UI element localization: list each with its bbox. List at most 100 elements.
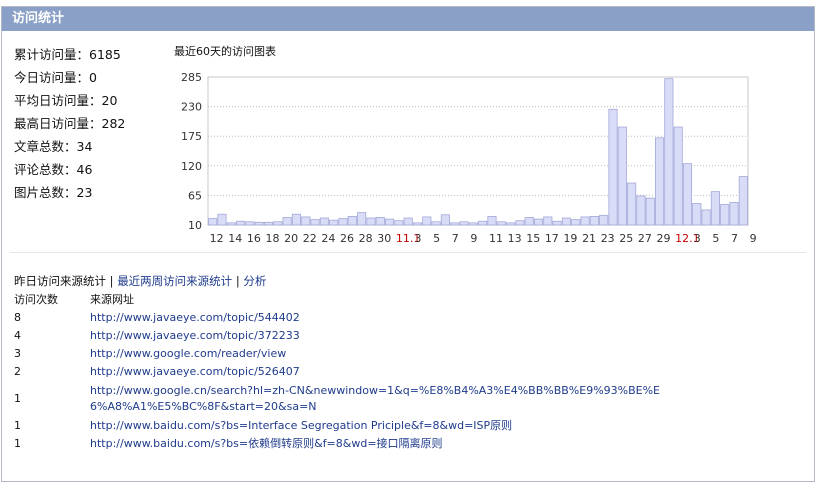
source-url-link[interactable]: http://www.javaeye.com/topic/544402 <box>90 311 300 324</box>
bar <box>245 221 255 226</box>
bar <box>506 222 516 226</box>
x-tick-label: 3 <box>694 232 701 245</box>
y-tick-label: 65 <box>188 189 202 202</box>
x-tick-label: 26 <box>340 232 354 245</box>
bar <box>431 221 441 226</box>
analysis-link[interactable]: 分析 <box>243 274 266 288</box>
stat-value: 6185 <box>89 47 121 62</box>
x-tick-label: 11 <box>489 232 503 245</box>
x-tick-label: 27 <box>638 232 652 245</box>
table-row: 1 http://www.baidu.com/s?bs=依赖倒转原则&f=8&w… <box>14 435 690 453</box>
x-tick-label: 21 <box>582 232 596 245</box>
visit-count: 3 <box>14 347 21 360</box>
stat-value: 46 <box>76 162 93 177</box>
bar <box>580 216 590 226</box>
source-url-link[interactable]: http://www.google.com/reader/view <box>90 347 286 360</box>
bar <box>720 204 730 226</box>
y-tick-label: 120 <box>181 160 202 173</box>
bar <box>422 216 432 226</box>
x-tick-label: 15 <box>526 232 540 245</box>
x-tick-label: 12 <box>210 232 224 245</box>
source-url-link[interactable]: http://www.javaeye.com/topic/526407 <box>90 365 300 378</box>
bar <box>729 201 739 226</box>
x-tick-label: 16 <box>247 232 261 245</box>
bar <box>682 163 693 226</box>
sources-table: 访问次数 来源网址 8 http://www.javaeye.com/topic… <box>14 291 690 453</box>
bar <box>273 221 283 226</box>
x-tick-label: 7 <box>731 232 738 245</box>
chart-title: 最近60天的访问图表 <box>174 45 276 58</box>
x-tick-label: 20 <box>284 232 298 245</box>
source-url-link[interactable]: http://www.javaeye.com/topic/372233 <box>90 329 300 342</box>
source-url-link[interactable]: http://www.google.cn/search?hl=zh-CN&new… <box>90 384 660 413</box>
source-url-link[interactable]: http://www.baidu.com/s?bs=依赖倒转原则&f=8&wd=… <box>90 437 443 450</box>
stat-label: 累计访问量： <box>14 47 90 62</box>
bar <box>710 191 720 226</box>
bar <box>450 222 460 226</box>
divider <box>10 252 806 253</box>
table-row: 1 http://www.google.cn/search?hl=zh-CN&n… <box>14 381 690 417</box>
table-row: 3 http://www.google.com/reader/view <box>14 345 690 363</box>
stat-today: 今日访问量：0 <box>14 66 125 89</box>
visits-chart: 106512017523028512 14 16 18 20 22 24 26 28 30 11.1… <box>181 71 757 245</box>
visit-count: 2 <box>14 365 21 378</box>
visit-count: 4 <box>14 329 21 342</box>
header-url: 来源网址 <box>90 293 134 306</box>
stat-value: 23 <box>76 185 93 200</box>
x-tick-label: 17 <box>545 232 559 245</box>
stat-images: 图片总数：23 <box>14 181 125 204</box>
stats-list: 累计访问量：6185 今日访问量：0 平均日访问量：20 最高日访问量：282 … <box>14 43 125 204</box>
stat-label: 今日访问量： <box>14 70 90 85</box>
bar <box>636 195 646 226</box>
bar <box>338 218 348 226</box>
x-tick-label: 19 <box>563 232 577 245</box>
x-tick-label: 24 <box>321 232 335 245</box>
bar <box>329 219 339 226</box>
bar <box>552 220 562 226</box>
visit-count: 1 <box>14 437 21 450</box>
stat-value: 0 <box>89 70 97 85</box>
bar <box>524 217 534 226</box>
bar <box>440 214 450 226</box>
y-tick-label: 285 <box>181 71 202 84</box>
source-links: 昨日访问来源统计 | 最近两周访问来源统计 | 分析 <box>14 273 266 289</box>
x-tick-label: 22 <box>303 232 317 245</box>
table-row: 8 http://www.javaeye.com/topic/544402 <box>14 309 690 327</box>
x-tick-label: 3 <box>414 232 421 245</box>
x-tick-label: 25 <box>619 232 633 245</box>
source-url-link[interactable]: http://www.baidu.com/s?bs=Interface Segr… <box>90 419 512 432</box>
x-tick-label: 23 <box>601 232 615 245</box>
x-tick-label: 28 <box>359 232 373 245</box>
visit-count: 8 <box>14 311 21 324</box>
x-tick-label: 9 <box>470 232 477 245</box>
bar <box>412 222 423 226</box>
two-weeks-sources-link[interactable]: 最近两周访问来源统计 <box>117 274 232 288</box>
bar <box>571 219 581 226</box>
stats-panel: 访问统计 累计访问量：6185 今日访问量：0 平均日访问量：20 最高日访问量… <box>1 6 815 482</box>
bar <box>654 137 665 226</box>
bar <box>236 220 246 226</box>
x-tick-label: 5 <box>433 232 440 245</box>
bar <box>263 221 274 226</box>
x-tick-label: 29 <box>657 232 671 245</box>
stat-label: 评论总数： <box>14 162 77 177</box>
x-tick-label: 9 <box>750 232 757 245</box>
bar <box>478 220 488 226</box>
stat-value: 282 <box>101 116 126 131</box>
bar <box>673 126 683 226</box>
x-tick-label: 18 <box>266 232 280 245</box>
bar <box>617 126 627 226</box>
bar <box>599 214 609 226</box>
table-row: 4 http://www.javaeye.com/topic/372233 <box>14 327 690 345</box>
bar <box>394 220 404 226</box>
visit-count: 1 <box>14 419 21 432</box>
bar <box>319 217 329 226</box>
bar <box>366 217 376 226</box>
bar <box>468 222 478 226</box>
header-count: 访问次数 <box>14 293 58 306</box>
bar <box>291 213 302 226</box>
bar <box>692 203 702 226</box>
stat-label: 文章总数： <box>14 139 77 154</box>
y-tick-label: 10 <box>188 219 202 232</box>
bar <box>561 217 572 226</box>
